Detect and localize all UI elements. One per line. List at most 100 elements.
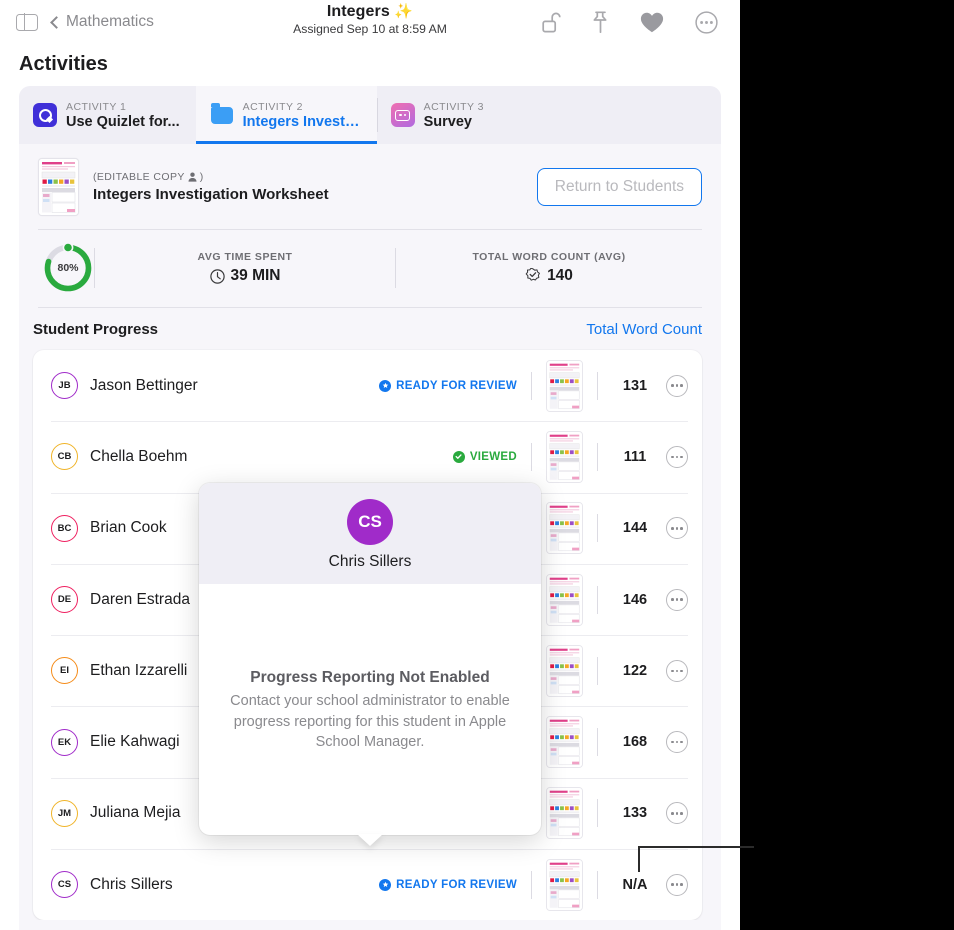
sparkles-icon: ✨	[394, 3, 413, 20]
folder-icon	[210, 103, 234, 127]
stat-avg-time-spent: AVG TIME SPENT 39 MIN	[95, 251, 395, 285]
student-name: Daren Estrada	[90, 591, 190, 609]
tab-3-label: Survey	[424, 114, 484, 130]
back-to-mathematics-button[interactable]: Mathematics	[52, 13, 154, 31]
tab-activity-1[interactable]: ACTIVITY 1 Use Quizlet for...	[19, 86, 196, 144]
person-icon	[188, 172, 197, 182]
stat-1-value: 39 MIN	[231, 267, 281, 285]
student-name: Chella Boehm	[90, 448, 187, 466]
row-divider-1	[531, 871, 532, 899]
row-more-icon[interactable]	[666, 517, 688, 539]
unlock-icon[interactable]	[542, 11, 561, 33]
tab-activity-3[interactable]: ACTIVITY 3 Survey	[377, 86, 500, 144]
popover-tail	[357, 834, 383, 846]
ready-for-review-icon	[379, 879, 391, 891]
student-work-thumbnail[interactable]	[546, 502, 583, 554]
avatar: CB	[51, 443, 78, 470]
tab-2-kicker: ACTIVITY 2	[243, 101, 361, 113]
top-toolbar: Mathematics Integers ✨ Assigned Sep 10 a…	[0, 0, 740, 44]
sidebar-toggle-icon[interactable]	[16, 14, 38, 31]
student-work-thumbnail[interactable]	[546, 859, 583, 911]
worksheet-name: Integers Investigation Worksheet	[93, 186, 523, 203]
worksheet-kicker-end: )	[200, 171, 204, 183]
worksheet-kicker-text: (EDITABLE COPY	[93, 171, 185, 183]
student-name: Ethan Izzarelli	[90, 662, 187, 680]
student-work-thumbnail[interactable]	[546, 431, 583, 483]
avatar: CS	[51, 871, 78, 898]
student-popover: CS Chris Sillers Progress Reporting Not …	[199, 483, 541, 835]
row-more-icon[interactable]	[666, 802, 688, 824]
more-icon[interactable]	[695, 11, 718, 34]
return-to-students-button[interactable]: Return to Students	[537, 168, 702, 206]
table-row[interactable]: CB Chella Boehm VIEWED	[33, 421, 702, 492]
student-work-thumbnail[interactable]	[546, 360, 583, 412]
table-row[interactable]: CS Chris Sillers READY FOR REVIEW	[33, 849, 702, 920]
worksheet-thumbnail[interactable]	[38, 158, 79, 216]
assigned-subtitle: Assigned Sep 10 at 8:59 AM	[200, 22, 540, 36]
activities-heading: Activities	[0, 44, 740, 86]
tab-activity-2[interactable]: ACTIVITY 2 Integers Investi...	[196, 86, 377, 144]
word-count-value: 131	[612, 378, 658, 394]
avatar: EK	[51, 729, 78, 756]
row-more-icon[interactable]	[666, 446, 688, 468]
student-work-thumbnail[interactable]	[546, 716, 583, 768]
avatar: DE	[51, 586, 78, 613]
word-count-value: 146	[612, 592, 658, 608]
row-more-icon[interactable]	[666, 660, 688, 682]
heart-icon[interactable]	[640, 12, 664, 33]
clock-icon	[210, 269, 225, 284]
student-name: Jason Bettinger	[90, 377, 198, 395]
stat-total-word-count: TOTAL WORD COUNT (AVG) 140	[396, 251, 702, 285]
chevron-left-icon	[50, 16, 63, 29]
activity-tabs: ACTIVITY 1 Use Quizlet for... ACTIVITY 2…	[19, 86, 721, 144]
word-count-value: N/A	[612, 877, 658, 893]
list-bottom-spacer	[19, 920, 721, 930]
row-more-icon[interactable]	[666, 589, 688, 611]
table-row[interactable]: JB Jason Bettinger READY FOR REVIEW	[33, 350, 702, 421]
student-progress-header: Student Progress Total Word Count	[19, 308, 721, 350]
popover-student-name: Chris Sillers	[199, 553, 541, 571]
row-divider-1	[531, 443, 532, 471]
tab-3-kicker: ACTIVITY 3	[424, 101, 484, 113]
stat-2-label: TOTAL WORD COUNT (AVG)	[396, 251, 702, 263]
row-divider-2	[597, 799, 598, 827]
student-progress-title: Student Progress	[33, 321, 158, 338]
status-badge-label: READY FOR REVIEW	[396, 380, 517, 392]
quizlet-icon	[33, 103, 57, 127]
status-badge-label: VIEWED	[470, 451, 517, 463]
completion-percent: 80%	[42, 242, 94, 294]
student-work-thumbnail[interactable]	[546, 787, 583, 839]
student-name: Brian Cook	[90, 519, 167, 537]
total-word-count-link[interactable]: Total Word Count	[586, 321, 702, 338]
word-count-value: 133	[612, 805, 658, 821]
status-badge-label: READY FOR REVIEW	[396, 879, 517, 891]
status-badge: VIEWED	[453, 451, 517, 463]
row-divider-2	[597, 657, 598, 685]
row-divider-2	[597, 586, 598, 614]
avatar: JM	[51, 800, 78, 827]
row-divider-2	[597, 372, 598, 400]
app-window: Mathematics Integers ✨ Assigned Sep 10 a…	[0, 0, 740, 930]
tab-1-kicker: ACTIVITY 1	[66, 101, 180, 113]
row-divider-2	[597, 514, 598, 542]
pin-icon[interactable]	[592, 11, 609, 34]
status-badge: READY FOR REVIEW	[379, 879, 517, 891]
word-count-value: 111	[612, 449, 658, 465]
student-name: Juliana Mejia	[90, 804, 180, 822]
student-work-thumbnail[interactable]	[546, 645, 583, 697]
popover-message: Contact your school administrator to ena…	[229, 691, 511, 753]
row-divider-2	[597, 443, 598, 471]
avatar: BC	[51, 515, 78, 542]
popover-body: Progress Reporting Not Enabled Contact y…	[199, 584, 541, 838]
row-more-icon[interactable]	[666, 375, 688, 397]
back-label: Mathematics	[66, 13, 154, 31]
tab-1-label: Use Quizlet for...	[66, 114, 180, 130]
row-more-icon[interactable]	[666, 874, 688, 896]
popover-header: CS Chris Sillers	[199, 483, 541, 584]
row-more-icon[interactable]	[666, 731, 688, 753]
avatar: EI	[51, 657, 78, 684]
student-work-thumbnail[interactable]	[546, 574, 583, 626]
tab-2-label: Integers Investi...	[243, 114, 361, 130]
stat-2-value: 140	[547, 267, 573, 285]
completion-ring: 80%	[42, 242, 94, 294]
